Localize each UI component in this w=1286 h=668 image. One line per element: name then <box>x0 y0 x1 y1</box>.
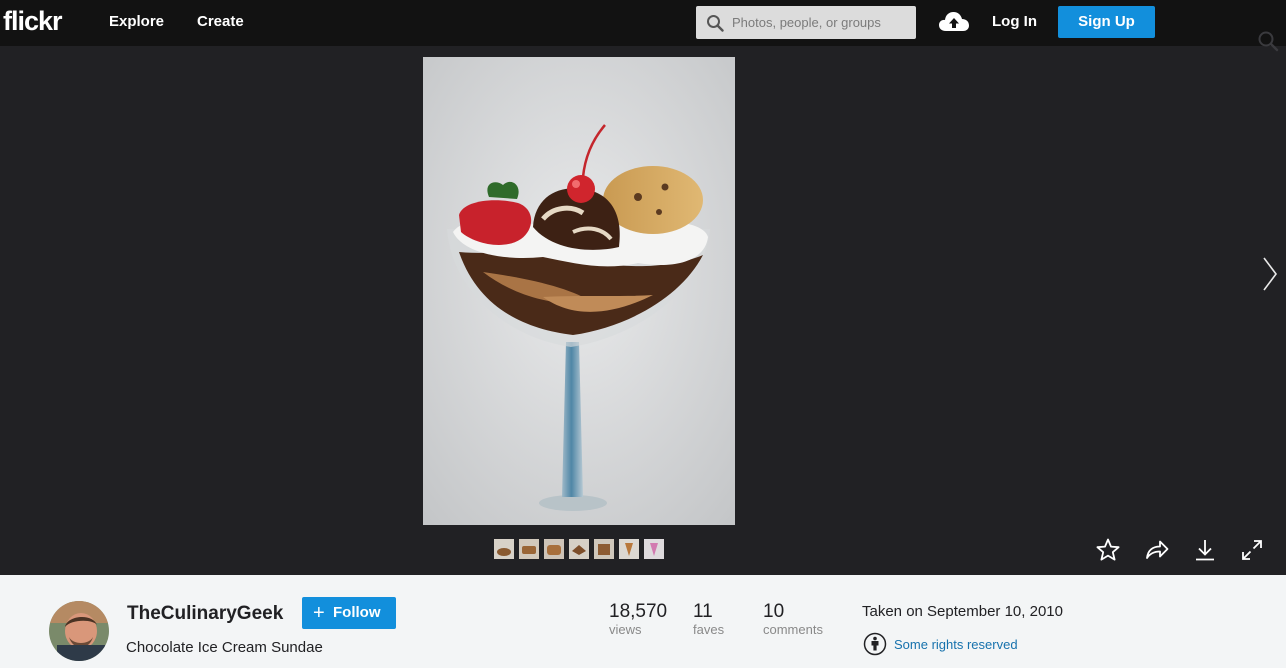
stat-label: comments <box>763 622 823 637</box>
nav-create-link[interactable]: Create <box>197 13 244 30</box>
photo-stage <box>0 31 1286 575</box>
nav-explore-link[interactable]: Explore <box>109 13 164 30</box>
thumbnail[interactable] <box>569 539 589 559</box>
stat-label: views <box>609 622 642 637</box>
stat-label: faves <box>693 622 725 637</box>
follow-label: Follow <box>333 604 381 621</box>
thumbnail[interactable] <box>544 539 564 559</box>
thumbnail[interactable] <box>494 539 514 559</box>
search-input[interactable] <box>732 6 912 39</box>
stat-value: 11 <box>693 601 713 622</box>
search-box[interactable] <box>696 6 916 39</box>
share-arrow-icon[interactable] <box>1144 537 1170 563</box>
owner-name[interactable]: TheCulinaryGeek <box>127 603 283 625</box>
stat-value: 10 <box>763 601 785 622</box>
thumbnail[interactable] <box>594 539 614 559</box>
chevron-right-icon[interactable] <box>1262 256 1278 292</box>
thumbnail[interactable] <box>619 539 639 559</box>
stat-comments[interactable]: 10 comments <box>763 602 823 638</box>
search-icon <box>707 15 724 32</box>
thumbnail[interactable] <box>644 539 664 559</box>
photostream-thumbnails <box>494 539 664 559</box>
stat-faves: 11 faves <box>693 602 724 638</box>
date-taken[interactable]: Taken on September 10, 2010 <box>862 603 1063 620</box>
creative-commons-icon <box>863 632 887 656</box>
owner-avatar[interactable] <box>49 601 109 661</box>
main-photo[interactable] <box>423 57 735 525</box>
thumbnail[interactable] <box>519 539 539 559</box>
plus-icon: + <box>313 602 325 624</box>
search-icon[interactable] <box>1256 29 1280 53</box>
star-icon[interactable] <box>1095 537 1121 563</box>
signup-button[interactable]: Sign Up <box>1058 6 1155 38</box>
download-icon[interactable] <box>1192 537 1218 563</box>
top-navigation-bar: flickr Explore Create Log In Sign Up <box>0 0 1286 46</box>
login-link[interactable]: Log In <box>992 13 1037 30</box>
photo-info-bar: TheCulinaryGeek + Follow Chocolate Ice C… <box>0 575 1286 668</box>
stat-views: 18,570 views <box>609 602 667 638</box>
expand-icon[interactable] <box>1239 537 1265 563</box>
license-link[interactable]: Some rights reserved <box>894 637 1018 652</box>
photo-title: Chocolate Ice Cream Sundae <box>126 639 323 656</box>
cloud-upload-icon[interactable] <box>938 9 970 33</box>
follow-button[interactable]: + Follow <box>302 597 396 629</box>
stat-value: 18,570 <box>609 601 668 622</box>
flickr-logo[interactable]: flickr <box>3 6 63 37</box>
